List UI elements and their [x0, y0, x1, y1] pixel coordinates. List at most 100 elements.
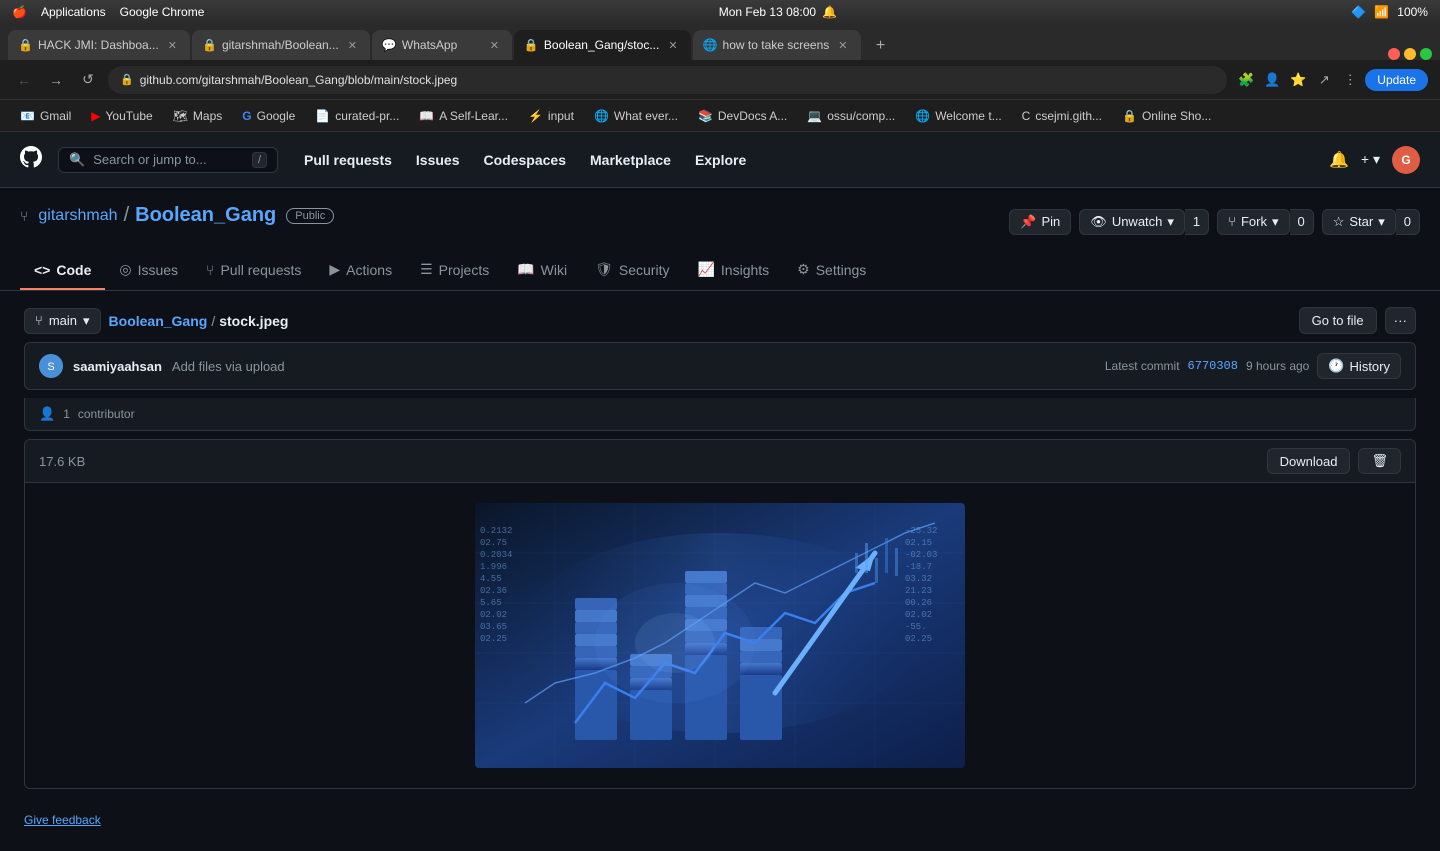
nav-explore[interactable]: Explore [685, 146, 756, 174]
tab-actions[interactable]: ▶ Actions [315, 251, 406, 290]
svg-text:-02.03: -02.03 [905, 550, 937, 560]
apple-menu-icon[interactable]: 🍎 [12, 5, 27, 19]
bookmark-whatever[interactable]: 🌐 What ever... [586, 106, 686, 126]
wifi-icon: 📶 [1374, 5, 1389, 19]
github-search[interactable]: 🔍 Search or jump to... / [58, 147, 278, 173]
feedback-link[interactable]: Give feedback [0, 805, 1440, 851]
settings-icon[interactable]: ⋮ [1339, 69, 1361, 91]
tab-gitarshmah[interactable]: 🔒 gitarshmah/Boolean... ✕ [192, 30, 370, 60]
bookmark-gmail[interactable]: 📧 Gmail [12, 106, 79, 126]
star-label: Star [1349, 214, 1373, 229]
code-icon: <> [34, 262, 50, 278]
tab-actions-label: Actions [346, 262, 392, 278]
new-tab-button[interactable]: + [867, 32, 895, 60]
bookmark-devdocs[interactable]: 📚 DevDocs A... [690, 106, 795, 126]
tab-close-hack[interactable]: ✕ [165, 37, 180, 54]
tab-title-hack: HACK JMI: Dashboa... [38, 38, 159, 52]
tab-issues[interactable]: ◎ Issues [105, 251, 192, 290]
bookmark-google[interactable]: G Google [234, 106, 303, 126]
extensions-icon[interactable]: 🧩 [1235, 69, 1257, 91]
github-logo[interactable] [20, 146, 42, 174]
fork-count[interactable]: 0 [1290, 209, 1314, 235]
tab-wiki[interactable]: 📖 Wiki [503, 251, 581, 290]
reload-button[interactable]: ↺ [76, 68, 100, 92]
tab-close-ss[interactable]: ✕ [835, 37, 850, 54]
svg-text:02.75: 02.75 [480, 538, 507, 548]
nav-marketplace[interactable]: Marketplace [580, 146, 681, 174]
tab-security-label: Security [619, 262, 670, 278]
bookmark-maps[interactable]: 🗺 Maps [165, 106, 231, 126]
bookmark-curated[interactable]: 📄 curated-pr... [307, 106, 407, 126]
history-button[interactable]: 🕐 History [1317, 353, 1401, 379]
nav-pull-requests[interactable]: Pull requests [294, 146, 402, 174]
tab-pull-requests[interactable]: ⑂ Pull requests [192, 251, 315, 290]
commit-author-name[interactable]: saamiyaahsan [73, 359, 162, 374]
star-button[interactable]: ☆ Star ▾ [1322, 209, 1396, 235]
unwatch-count[interactable]: 1 [1185, 209, 1209, 235]
tab-hack-jmi[interactable]: 🔒 HACK JMI: Dashboa... ✕ [8, 30, 190, 60]
back-button[interactable]: ← [12, 68, 36, 92]
url-bar[interactable]: 🔒 github.com/gitarshmah/Boolean_Gang/blo… [108, 66, 1227, 94]
profile-icon[interactable]: 👤 [1261, 69, 1283, 91]
tab-close-git[interactable]: ✕ [345, 37, 360, 54]
os-notification-icon: 🔔 [822, 5, 837, 19]
download-button[interactable]: Download [1267, 448, 1351, 474]
window-maximize-button[interactable] [1420, 48, 1432, 60]
bookmark-ossu[interactable]: 💻 ossu/comp... [799, 106, 903, 126]
tab-settings[interactable]: ⚙ Settings [783, 251, 880, 290]
bookmark-youtube[interactable]: ▶ YouTube [83, 106, 160, 126]
branch-selector[interactable]: ⑂ main ▾ [24, 308, 101, 334]
tab-close-wa[interactable]: ✕ [487, 37, 502, 54]
go-to-file-button[interactable]: Go to file [1299, 307, 1377, 334]
user-avatar[interactable]: G [1392, 146, 1420, 174]
window-close-button[interactable] [1388, 48, 1400, 60]
chrome-menu[interactable]: Google Chrome [120, 5, 205, 19]
tab-controls [1388, 48, 1432, 60]
tab-code[interactable]: <> Code [20, 251, 105, 290]
tab-boolean-gang[interactable]: 🔒 Boolean_Gang/stoc... ✕ [514, 30, 691, 60]
bookmark-onlineshop[interactable]: 🔒 Online Sho... [1114, 106, 1219, 126]
tab-security[interactable]: 🛡 Security [581, 251, 683, 290]
pin-label: Pin [1042, 214, 1061, 229]
branch-chevron-icon: ▾ [83, 313, 90, 329]
share-icon[interactable]: ↗ [1313, 69, 1335, 91]
more-options-button[interactable]: ··· [1385, 307, 1416, 334]
forward-button[interactable]: → [44, 68, 68, 92]
applications-menu[interactable]: Applications [41, 5, 106, 19]
nav-issues[interactable]: Issues [406, 146, 470, 174]
update-button[interactable]: Update [1365, 69, 1428, 91]
file-viewer: 17.6 KB Download 🗑 [24, 439, 1416, 789]
delete-file-button[interactable]: 🗑 [1358, 448, 1401, 474]
tab-insights[interactable]: 📈 Insights [683, 251, 783, 290]
bookmark-welcome[interactable]: 🌐 Welcome t... [907, 106, 1009, 126]
tab-pr-label: Pull requests [220, 262, 301, 278]
tab-screenshot[interactable]: 🌐 how to take screens ✕ [693, 30, 861, 60]
tab-favicon-hack: 🔒 [18, 38, 32, 52]
bookmark-label-google: Google [257, 109, 296, 123]
bookmark-icon[interactable]: ⭐ [1287, 69, 1309, 91]
create-new-button[interactable]: + ▾ [1361, 151, 1380, 168]
commit-sha[interactable]: 6770308 [1188, 359, 1238, 373]
tab-projects[interactable]: ☰ Projects [406, 251, 503, 290]
contributor-icon: 👤 [39, 406, 55, 422]
nav-codespaces[interactable]: Codespaces [474, 146, 576, 174]
tab-close-bg[interactable]: ✕ [665, 37, 680, 54]
notifications-bell[interactable]: 🔔 [1329, 150, 1349, 170]
window-minimize-button[interactable] [1404, 48, 1416, 60]
star-count[interactable]: 0 [1396, 209, 1420, 235]
bookmark-input[interactable]: ⚡ input [520, 106, 582, 126]
pin-button[interactable]: 📌 Pin [1009, 209, 1071, 235]
unwatch-button[interactable]: 👁 Unwatch ▾ [1079, 209, 1185, 235]
fork-button[interactable]: ⑂ Fork ▾ [1217, 209, 1289, 235]
bookmark-selflearn[interactable]: 📖 A Self-Lear... [411, 106, 516, 126]
search-icon: 🔍 [69, 152, 85, 168]
repo-owner-link[interactable]: gitarshmah [38, 207, 117, 225]
bookmark-label-curated: curated-pr... [335, 109, 399, 123]
bookmark-csejmi[interactable]: C csejmi.gith... [1014, 106, 1110, 126]
tab-favicon-bg: 🔒 [524, 38, 538, 52]
svg-text:02.25: 02.25 [480, 634, 507, 644]
file-path-repo-link[interactable]: Boolean_Gang [109, 313, 208, 329]
repo-name-link[interactable]: Boolean_Gang [135, 204, 276, 227]
tab-whatsapp[interactable]: 💬 WhatsApp ✕ [372, 30, 512, 60]
github-header-right: 🔔 + ▾ G [1329, 146, 1420, 174]
